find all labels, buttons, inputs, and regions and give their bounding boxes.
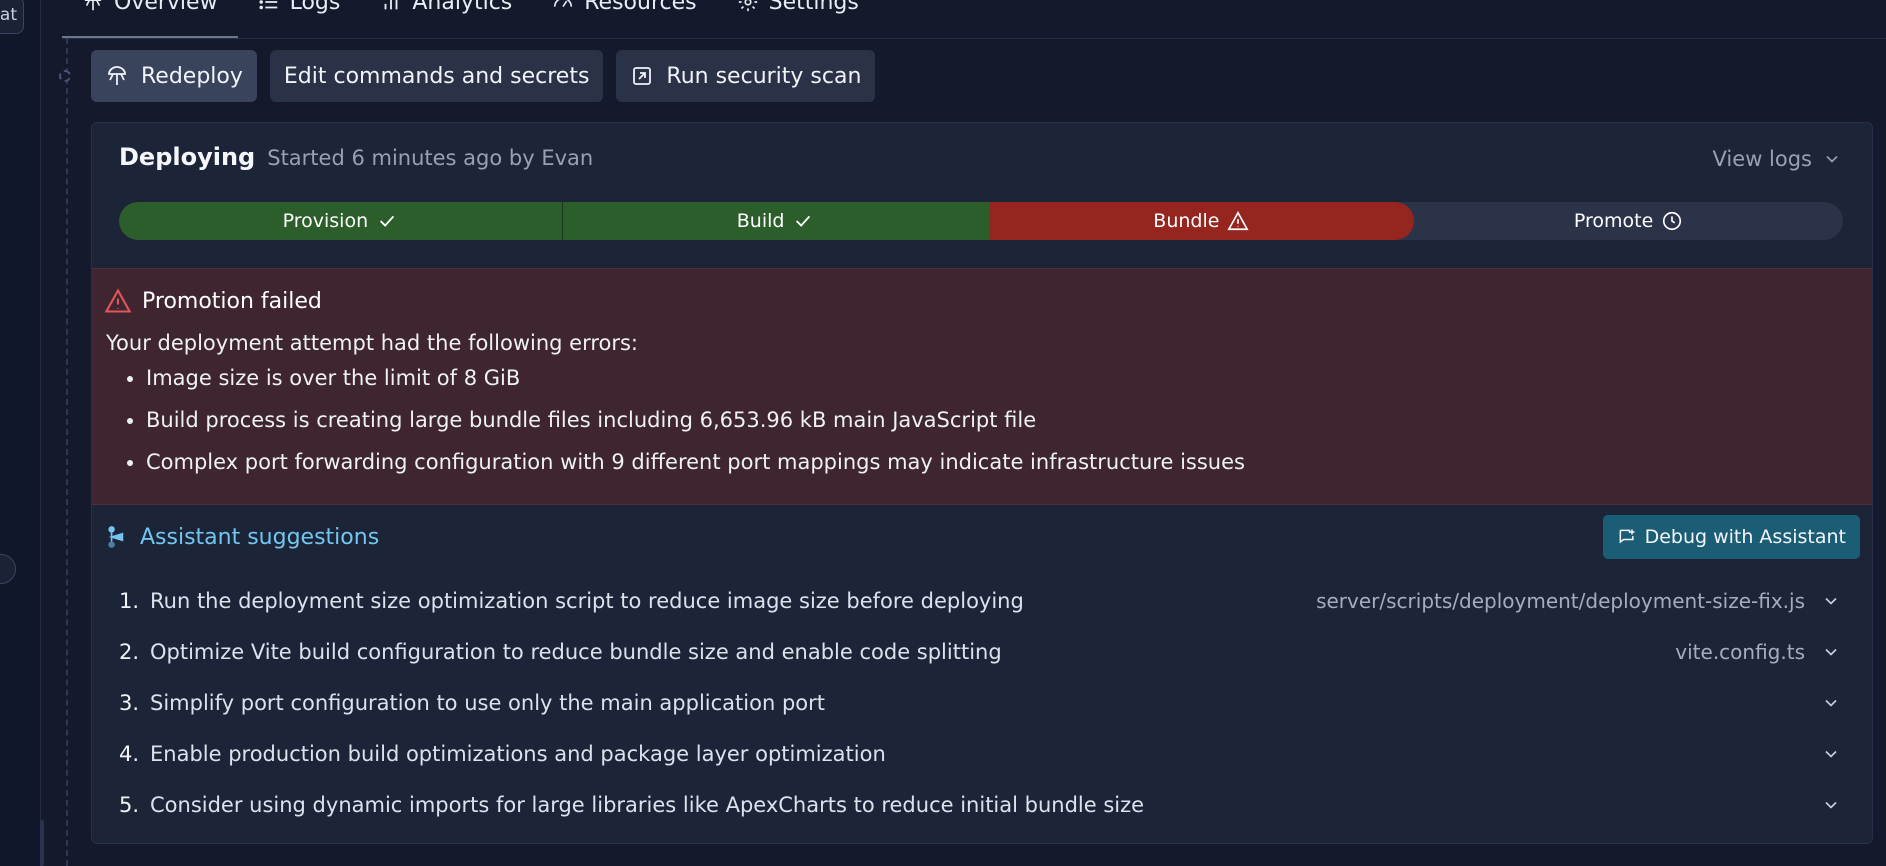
action-bar: Redeploy Edit commands and secrets Run s…	[91, 50, 876, 102]
redeploy-label: Redeploy	[141, 63, 243, 89]
list-icon	[259, 0, 277, 10]
error-item: Build process is creating large bundle f…	[146, 399, 1245, 441]
suggestion-number: 3.	[119, 690, 140, 715]
suggestion-text: Optimize Vite build configuration to red…	[150, 639, 1002, 664]
assistant-title-text: Assistant suggestions	[140, 524, 380, 550]
deployment-header: Deploying Started 6 minutes ago by Evan	[119, 143, 593, 171]
deploy-icon	[84, 0, 102, 11]
redeploy-button[interactable]: Redeploy	[91, 50, 257, 102]
error-title: Promotion failed	[142, 288, 322, 314]
step-bundle: Bundle	[988, 202, 1415, 240]
gauge-icon	[554, 0, 573, 8]
debug-with-assistant-button[interactable]: Debug with Assistant	[1602, 515, 1860, 559]
suggestion-number: 2.	[119, 639, 140, 664]
debug-button-label: Debug with Assistant	[1644, 526, 1846, 548]
chevron-down-icon[interactable]	[1821, 642, 1841, 662]
suggestion-row[interactable]: 3. Simplify port configuration to use on…	[119, 677, 1841, 728]
tab-label: Resources	[584, 0, 697, 15]
tab-bar: Overview Logs Analytics Resources Settin…	[62, 0, 1886, 39]
suggestion-row[interactable]: 2. Optimize Vite build configuration to …	[119, 626, 1841, 677]
suggestion-text: Run the deployment size optimization scr…	[150, 588, 1024, 613]
security-scan-label: Run security scan	[666, 63, 862, 89]
suggestion-row[interactable]: 1. Run the deployment size optimization …	[119, 575, 1841, 626]
tab-overview[interactable]: Overview	[62, 0, 238, 38]
suggestion-list: 1. Run the deployment size optimization …	[119, 575, 1841, 830]
suggestion-text: Enable production build optimizations an…	[150, 741, 886, 766]
chevron-down-icon[interactable]	[1821, 693, 1841, 713]
tab-analytics[interactable]: Analytics	[360, 0, 532, 20]
deploy-icon	[108, 66, 126, 85]
tab-label: Analytics	[412, 0, 513, 15]
assistant-title: Assistant suggestions	[106, 524, 379, 550]
left-rail: at	[0, 0, 41, 866]
suggestion-number: 4.	[119, 741, 140, 766]
timeline-dot	[59, 70, 71, 82]
suggestion-row[interactable]: 4. Enable production build optimizations…	[119, 728, 1841, 779]
assistant-header: Assistant suggestions Debug with Assista…	[106, 515, 1860, 559]
step-label: Provision	[282, 210, 369, 232]
warning-icon	[1227, 211, 1250, 231]
chevron-down-icon	[1826, 155, 1838, 163]
clock-icon	[1663, 211, 1682, 231]
security-scan-button[interactable]: Run security scan	[616, 50, 876, 102]
deploy-progress: Provision Build Bundle Promote	[119, 202, 1843, 240]
error-header: Promotion failed	[104, 287, 322, 315]
suggestion-row[interactable]: 5. Consider using dynamic imports for la…	[119, 779, 1841, 830]
step-provision: Provision	[119, 202, 562, 240]
chevron-down-icon[interactable]	[1821, 795, 1841, 815]
chevron-down-icon[interactable]	[1821, 744, 1841, 764]
error-item: Complex port forwarding configuration wi…	[146, 441, 1245, 483]
suggestion-file[interactable]: server/scripts/deployment/deployment-siz…	[1316, 589, 1805, 613]
scrollbar[interactable]	[40, 820, 44, 866]
view-logs-label: View logs	[1712, 147, 1812, 171]
rail-chip[interactable]: at	[0, 0, 24, 34]
tab-label: Overview	[114, 0, 218, 15]
edit-commands-button[interactable]: Edit commands and secrets	[269, 50, 604, 102]
gear-icon	[738, 0, 757, 12]
suggestion-file[interactable]: vite.config.ts	[1675, 640, 1805, 664]
check-icon	[380, 215, 395, 227]
view-logs-button[interactable]: View logs	[1713, 147, 1842, 171]
error-list: Image size is over the limit of 8 GiB Bu…	[122, 357, 1245, 483]
assistant-icon	[108, 526, 124, 548]
step-label: Build	[736, 210, 785, 232]
suggestion-number: 1.	[119, 588, 140, 613]
external-link-icon	[633, 67, 652, 85]
bar-chart-icon	[384, 0, 398, 10]
warning-icon	[104, 288, 132, 313]
deployment-title: Deploying	[119, 143, 256, 171]
timeline-line	[66, 38, 68, 866]
deployment-subtitle: Started 6 minutes ago by Evan	[267, 146, 594, 170]
chevron-down-icon[interactable]	[1821, 591, 1841, 611]
suggestion-number: 5.	[119, 792, 140, 817]
edit-commands-label: Edit commands and secrets	[283, 63, 590, 89]
step-label: Bundle	[1153, 210, 1220, 232]
tab-logs[interactable]: Logs	[238, 0, 361, 20]
tab-label: Logs	[289, 0, 341, 15]
rail-toggle-button[interactable]	[0, 554, 16, 584]
error-item: Image size is over the limit of 8 GiB	[146, 357, 1245, 399]
tab-label: Settings	[768, 0, 859, 15]
error-panel: Promotion failed Your deployment attempt…	[92, 268, 1872, 505]
check-icon	[796, 215, 811, 227]
tab-resources[interactable]: Resources	[532, 0, 716, 20]
deployment-card: Deploying Started 6 minutes ago by Evan …	[91, 122, 1873, 844]
tab-settings[interactable]: Settings	[717, 0, 879, 20]
suggestion-text: Simplify port configuration to use only …	[150, 690, 825, 715]
step-promote: Promote	[1414, 202, 1843, 240]
error-intro: Your deployment attempt had the followin…	[106, 331, 639, 355]
step-label: Promote	[1573, 210, 1654, 232]
step-build: Build	[561, 202, 989, 240]
suggestion-text: Consider using dynamic imports for large…	[150, 792, 1145, 817]
chat-plus-icon	[1619, 529, 1635, 544]
